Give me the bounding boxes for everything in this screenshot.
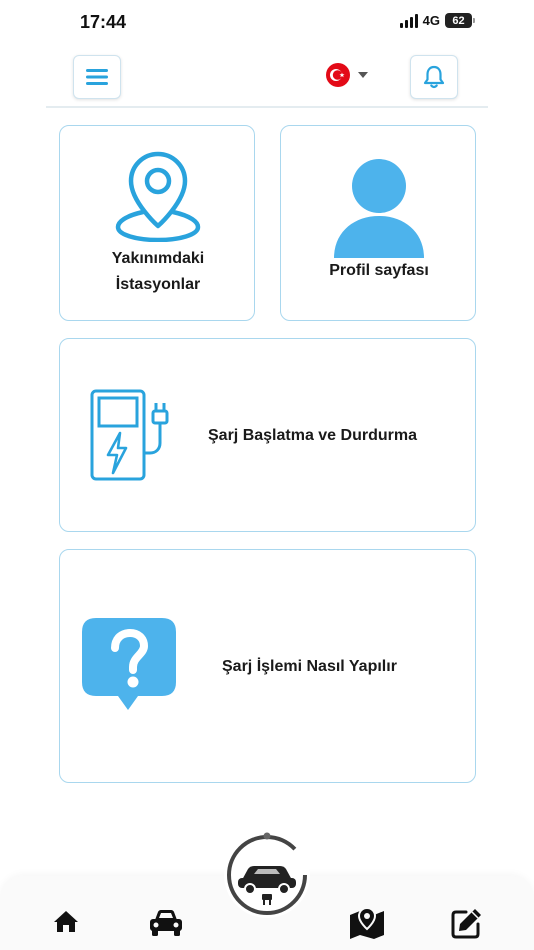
charge-control-title: Şarj Başlatma ve Durdurma bbox=[208, 427, 417, 444]
map-pin-icon bbox=[350, 906, 384, 939]
nav-map[interactable] bbox=[348, 906, 386, 940]
location-pin-icon bbox=[115, 151, 201, 242]
network-type: 4G bbox=[422, 13, 440, 28]
title-line: Yakınımdaki bbox=[111, 250, 205, 267]
turkey-flag-icon bbox=[326, 63, 350, 87]
user-icon bbox=[334, 159, 424, 258]
nav-edit[interactable] bbox=[450, 906, 484, 940]
home-icon bbox=[54, 911, 78, 932]
bell-icon bbox=[423, 65, 445, 89]
ev-charge-logo-button[interactable] bbox=[224, 832, 310, 918]
title-line: İstasyonlar bbox=[115, 276, 201, 293]
menu-button[interactable] bbox=[73, 55, 121, 99]
chevron-down-icon bbox=[358, 72, 368, 78]
header-divider bbox=[46, 106, 488, 108]
charging-station-icon bbox=[90, 389, 169, 481]
nav-home[interactable] bbox=[53, 909, 79, 933]
battery-level: 62 bbox=[452, 14, 465, 27]
language-selector[interactable] bbox=[326, 63, 368, 87]
charge-control-card[interactable]: Şarj Başlatma ve Durdurma bbox=[59, 338, 476, 532]
app-header bbox=[0, 46, 534, 108]
notifications-button[interactable] bbox=[410, 55, 458, 99]
question-bubble-icon bbox=[82, 618, 176, 710]
ev-charge-logo-icon bbox=[227, 832, 307, 915]
hamburger-menu-icon bbox=[86, 69, 108, 85]
status-indicators: 4G 62 bbox=[399, 13, 475, 28]
nav-vehicles[interactable] bbox=[148, 908, 184, 938]
profile-card[interactable]: Profil sayfası bbox=[280, 125, 476, 321]
signal-icon bbox=[399, 13, 418, 28]
profile-title: Profil sayfası bbox=[329, 262, 429, 279]
status-bar: 17:44 4G 62 bbox=[0, 0, 534, 46]
nearby-stations-card[interactable]: Yakınımdaki İstasyonlar bbox=[59, 125, 255, 321]
battery-icon: 62 bbox=[445, 13, 475, 28]
charging-help-title: Şarj İşlemi Nasıl Yapılır bbox=[222, 658, 397, 675]
charging-help-card[interactable]: Şarj İşlemi Nasıl Yapılır bbox=[59, 549, 476, 783]
edit-icon bbox=[451, 909, 481, 939]
status-time: 17:44 bbox=[80, 12, 127, 32]
nearby-stations-title: Yakınımdaki İstasyonlar bbox=[60, 246, 256, 298]
car-icon bbox=[150, 910, 182, 936]
